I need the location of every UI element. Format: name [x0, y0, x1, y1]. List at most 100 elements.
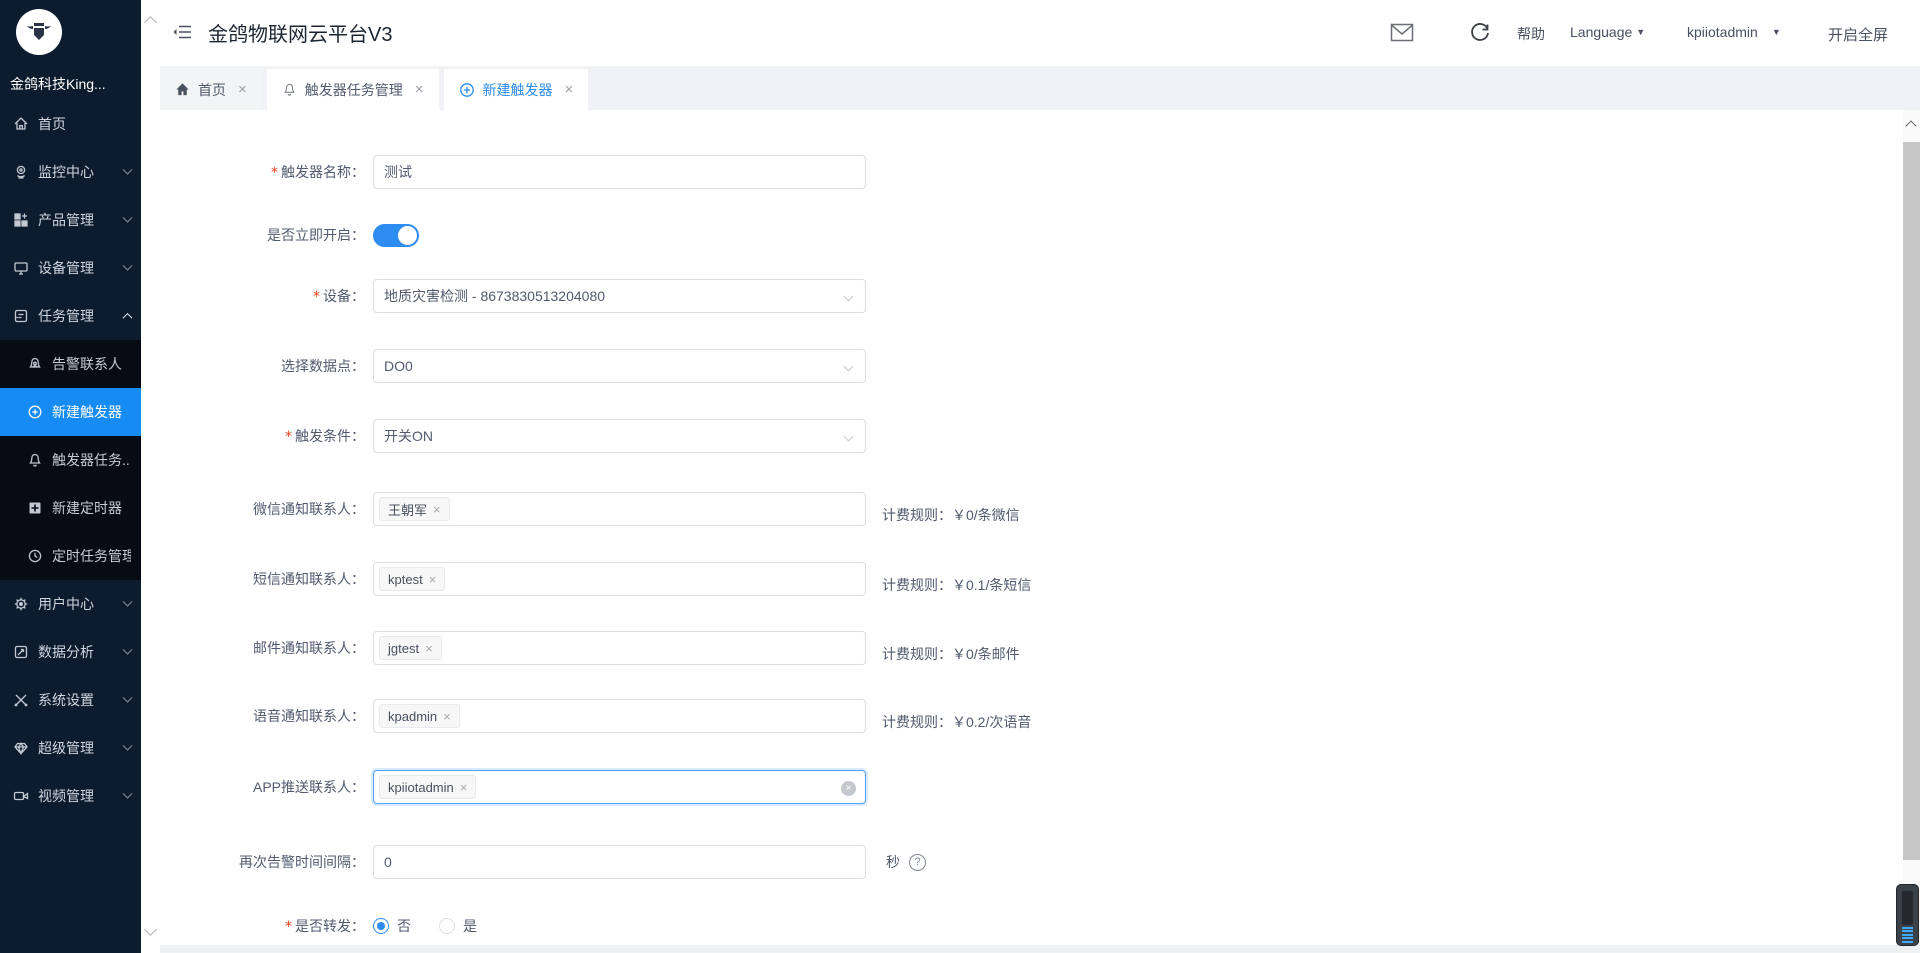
fullscreen-button[interactable]: 开启全屏	[1828, 24, 1888, 45]
required-asterisk: *	[285, 919, 292, 935]
tab-trigger-task-mgmt[interactable]: 触发器任务管理 ×	[266, 69, 439, 110]
enable-toggle[interactable]	[373, 224, 419, 247]
webcam-icon	[12, 164, 29, 181]
radio-no[interactable]: 否	[373, 916, 411, 936]
sidebar-item-super-mgmt[interactable]: 超级管理	[0, 724, 141, 772]
clear-input-icon[interactable]: ×	[841, 781, 856, 796]
sidebar-item-product-mgmt[interactable]: 产品管理	[0, 196, 141, 244]
voice-contacts-input[interactable]: kpadmin ×	[373, 699, 866, 733]
sidebar-item-new-timer[interactable]: 新建定时器	[0, 484, 141, 532]
unit-label: 秒	[886, 854, 900, 870]
language-dropdown[interactable]: Language ▼	[1570, 24, 1645, 40]
brand-name: 金鸽科技King...	[10, 76, 106, 92]
tab-home[interactable]: 首页 ×	[160, 69, 262, 110]
sidebar-scrollbar[interactable]	[141, 0, 160, 953]
content-scrollbar[interactable]	[1903, 110, 1920, 953]
interval-input[interactable]: 0	[373, 845, 866, 879]
remove-tag-icon[interactable]: ×	[425, 641, 433, 656]
chevron-down-icon	[843, 431, 854, 442]
indicator-tick	[1902, 933, 1913, 936]
refresh-icon[interactable]	[1468, 21, 1492, 45]
scroll-up-icon[interactable]	[1905, 120, 1917, 132]
sidebar-item-home[interactable]: 首页	[0, 100, 141, 148]
indicator-tick	[1902, 940, 1913, 943]
email-contacts-input[interactable]: jgtest ×	[373, 631, 866, 665]
condition-select[interactable]: 开关ON	[373, 419, 866, 453]
wechat-contacts-input[interactable]: 王朝军 ×	[373, 492, 866, 526]
sidebar-item-task-mgmt[interactable]: 任务管理	[0, 292, 141, 340]
gem-icon	[12, 740, 29, 757]
contact-tag: kpiiotadmin ×	[379, 775, 477, 799]
fee-rule-text: 计费规则：￥0/条邮件	[882, 646, 1020, 662]
remove-tag-icon[interactable]: ×	[443, 709, 451, 724]
scrollbar-thumb[interactable]	[1903, 142, 1920, 860]
form-row-app: APP推送联系人： kpiiotadmin × ×	[160, 770, 1460, 804]
form-row-wechat: 微信通知联系人： 王朝军 × 计费规则：￥0/条微信	[160, 492, 1460, 526]
chevron-up-icon	[122, 312, 133, 323]
forward-radio-group: 否 是	[373, 914, 477, 938]
sidebar-item-trigger-task-mgmt[interactable]: 触发器任务...	[0, 436, 141, 484]
fee-rule-text: 计费规则：￥0.1/条短信	[882, 577, 1032, 593]
chevron-down-icon	[122, 164, 133, 175]
floating-indicator-widget[interactable]	[1896, 884, 1919, 946]
indicator-tick	[1902, 926, 1913, 929]
contact-tag: jgtest ×	[379, 636, 442, 660]
close-icon[interactable]: ×	[565, 82, 574, 97]
radio-yes[interactable]: 是	[439, 916, 477, 936]
remove-tag-icon[interactable]: ×	[429, 572, 437, 587]
chevron-down-icon	[122, 788, 133, 799]
chevron-down-icon	[843, 361, 854, 372]
plus-circle-icon	[26, 404, 43, 421]
contact-tag: kpadmin ×	[379, 704, 460, 728]
horizontal-scroll-track[interactable]	[160, 945, 1920, 953]
scroll-up-icon[interactable]	[144, 16, 157, 29]
sidebar-item-alarm-contacts[interactable]: 告警联系人	[0, 340, 141, 388]
close-icon[interactable]: ×	[238, 82, 247, 97]
alarm-contact-icon	[26, 356, 43, 373]
sidebar-item-data-analysis[interactable]: 数据分析	[0, 628, 141, 676]
remove-tag-icon[interactable]: ×	[460, 780, 468, 795]
chevron-down-icon	[122, 740, 133, 751]
form-row-email: 邮件通知联系人： jgtest × 计费规则：￥0/条邮件	[160, 631, 1460, 665]
chevron-down-icon	[122, 644, 133, 655]
task-mgmt-submenu: 告警联系人 新建触发器 触发器任务... 新建定时器 定时任务管理	[0, 340, 141, 580]
video-icon	[12, 788, 29, 805]
tab-new-trigger[interactable]: 新建触发器 ×	[443, 69, 589, 110]
plus-circle-icon	[459, 82, 475, 98]
sidebar-item-monitor-center[interactable]: 监控中心	[0, 148, 141, 196]
question-circle-icon[interactable]: ?	[909, 853, 926, 871]
home-icon	[12, 116, 29, 133]
radio-dot	[373, 918, 389, 934]
sidebar-item-system-settings[interactable]: 系统设置	[0, 676, 141, 724]
top-header: 金鸽物联网云平台V3 帮助 Language ▼ kpiiotadmin ▼ 开…	[160, 0, 1920, 66]
home-icon	[175, 82, 190, 97]
gear-icon	[12, 596, 29, 613]
chevron-down-icon	[122, 692, 133, 703]
device-select[interactable]: 地质灾害检测 - 8673830513204080	[373, 279, 866, 313]
close-icon[interactable]: ×	[415, 82, 424, 97]
mail-icon[interactable]	[1390, 23, 1414, 42]
required-asterisk: *	[285, 429, 292, 445]
user-dropdown[interactable]: kpiiotadmin ▼	[1687, 24, 1781, 40]
sidebar-nav: 首页 监控中心 产品管理 设备管理 任务管理 告警联系人 新建触发器 触发器任务…	[0, 100, 141, 820]
app-contacts-input[interactable]: kpiiotadmin × ×	[373, 770, 866, 804]
caret-down-icon: ▼	[1771, 27, 1781, 37]
sidebar-item-video-mgmt[interactable]: 视频管理	[0, 772, 141, 820]
scroll-down-icon[interactable]	[144, 923, 157, 936]
sms-contacts-input[interactable]: kptest ×	[373, 562, 866, 596]
remove-tag-icon[interactable]: ×	[433, 502, 441, 517]
help-link[interactable]: 帮助	[1517, 24, 1545, 44]
sidebar-item-user-center[interactable]: 用户中心	[0, 580, 141, 628]
required-asterisk: *	[271, 165, 278, 181]
sidebar: 金鸽科技King... 首页 监控中心 产品管理 设备管理 任务管理 告警联系人…	[0, 0, 141, 953]
main-area: 金鸽物联网云平台V3 帮助 Language ▼ kpiiotadmin ▼ 开…	[160, 0, 1920, 953]
clock-icon	[26, 548, 43, 565]
sidebar-item-new-trigger[interactable]: 新建触发器	[0, 388, 141, 436]
trigger-name-input[interactable]: 测试	[373, 155, 866, 189]
sidebar-item-device-mgmt[interactable]: 设备管理	[0, 244, 141, 292]
sidebar-item-timer-task-mgmt[interactable]: 定时任务管理	[0, 532, 141, 580]
form-row-interval: 再次告警时间间隔： 0 秒 ?	[160, 845, 1460, 879]
menu-fold-icon[interactable]	[173, 23, 193, 41]
form-row-sms: 短信通知联系人： kptest × 计费规则：￥0.1/条短信	[160, 562, 1460, 596]
datapoint-select[interactable]: DO0	[373, 349, 866, 383]
